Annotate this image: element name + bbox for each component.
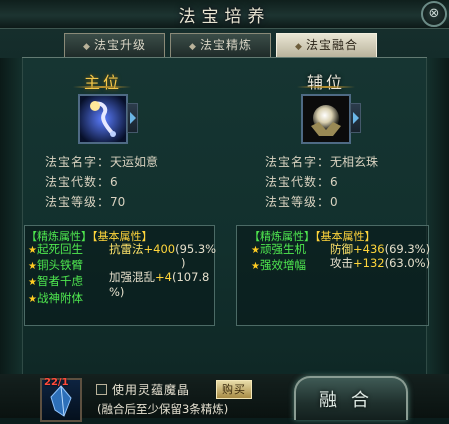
list-item: 防御+436(69.3%): [330, 242, 431, 256]
tab-ornament-icon: ◆: [189, 42, 197, 52]
tab-fusion[interactable]: ◆ 法宝融合: [276, 33, 377, 58]
star-icon: ★: [28, 261, 37, 273]
list-item: ★智者千虑: [28, 274, 83, 289]
use-crystal-label: 使用灵蕴魔晶: [112, 383, 191, 397]
tab-ornament-icon: ◆: [83, 42, 91, 52]
pearl-orb-icon: [303, 96, 349, 142]
level-label: 法宝等级：: [45, 195, 111, 209]
level-label: 法宝等级：: [265, 195, 331, 209]
main-slot-info: 法宝名字：天运如意 法宝代数：6 法宝等级：70: [45, 152, 158, 212]
name-label: 法宝名字：: [265, 155, 331, 169]
fuse-button[interactable]: 融合: [294, 376, 408, 420]
aux-slot-heading: 辅位: [306, 73, 345, 92]
list-item: 加强混乱+4(107.8: [109, 270, 210, 285]
fusion-hint: (融合后至少保留3条精炼): [97, 402, 229, 416]
title-bar[interactable]: 法宝培养 ⊗: [0, 0, 449, 29]
heading-ornament: [297, 86, 355, 88]
base-attr-list: 抗雷法+400(95.3% ) 加强混乱+4(107.8 %): [109, 242, 216, 299]
main-slot-expand-icon[interactable]: [127, 103, 138, 133]
treasure-level: 70: [110, 195, 126, 209]
name-label: 法宝名字：: [45, 155, 111, 169]
generation-label: 法宝代数：: [265, 175, 331, 189]
list-item: 抗雷法+400(95.3%: [109, 242, 217, 256]
treasure-generation: 6: [110, 175, 118, 189]
refine-attr-list: ★顽强生机 ★强效增幅: [251, 242, 306, 274]
main-slot-heading: 主位: [83, 73, 122, 92]
left-border: [0, 58, 22, 374]
use-crystal-checkbox[interactable]: [96, 384, 107, 395]
list-item: ★顽强生机: [251, 242, 306, 256]
buy-button[interactable]: 购买: [216, 380, 252, 399]
item-count: 22/1: [44, 377, 69, 388]
list-item: ★强效增幅: [251, 258, 306, 273]
ruyi-scepter-icon: [80, 96, 126, 142]
star-icon: ★: [251, 261, 260, 273]
star-icon: ★: [28, 277, 37, 289]
aux-treasure-slot[interactable]: [301, 94, 351, 144]
base-attr-list: 防御+436(69.3%) 攻击+132(63.0%): [330, 242, 430, 270]
refine-attr-list: ★起死回生 ★铜头铁臂 ★智者千虑 ★战神附体: [28, 242, 83, 307]
generation-label: 法宝代数：: [45, 175, 111, 189]
tab-ornament-icon: ◆: [295, 42, 303, 52]
list-item: ★铜头铁臂: [28, 258, 83, 273]
treasure-generation: 6: [330, 175, 338, 189]
right-border: [427, 58, 449, 374]
tab-refine[interactable]: ◆ 法宝精炼: [170, 33, 271, 58]
treasure-name: 天运如意: [110, 155, 159, 169]
star-icon: ★: [28, 293, 37, 305]
list-item: %): [109, 284, 125, 299]
window-title: 法宝培养: [178, 7, 271, 27]
list-item: ★战神附体: [28, 290, 83, 305]
star-icon: ★: [28, 245, 37, 256]
aux-attributes-panel: 【精炼属性】【基本属性】 ★顽强生机 ★强效增幅 防御+436(69.3%) 攻…: [236, 225, 430, 326]
main-treasure-slot[interactable]: [78, 94, 128, 144]
list-item: 攻击+132(63.0%): [330, 256, 431, 271]
treasure-name: 无相玄珠: [330, 155, 379, 169]
heading-ornament: [73, 86, 131, 88]
aux-slot-info: 法宝名字：无相玄珠 法宝代数：6 法宝等级：0: [265, 152, 378, 212]
list-item: ): [181, 256, 186, 271]
main-attributes-panel: 【精炼属性】【基本属性】 ★起死回生 ★铜头铁臂 ★智者千虑 ★战神附体 抗雷法…: [24, 225, 216, 326]
fuse-button-label: 融合: [319, 390, 383, 411]
tab-upgrade[interactable]: ◆ 法宝升级: [64, 33, 165, 58]
star-icon: ★: [251, 245, 260, 256]
treasure-level: 0: [330, 195, 338, 209]
close-icon[interactable]: ⊗: [421, 1, 447, 27]
list-item: ★起死回生: [28, 242, 83, 256]
tab-bar: ◆ 法宝升级 ◆ 法宝精炼 ◆ 法宝融合: [64, 33, 382, 58]
aux-slot-expand-icon[interactable]: [350, 103, 361, 133]
